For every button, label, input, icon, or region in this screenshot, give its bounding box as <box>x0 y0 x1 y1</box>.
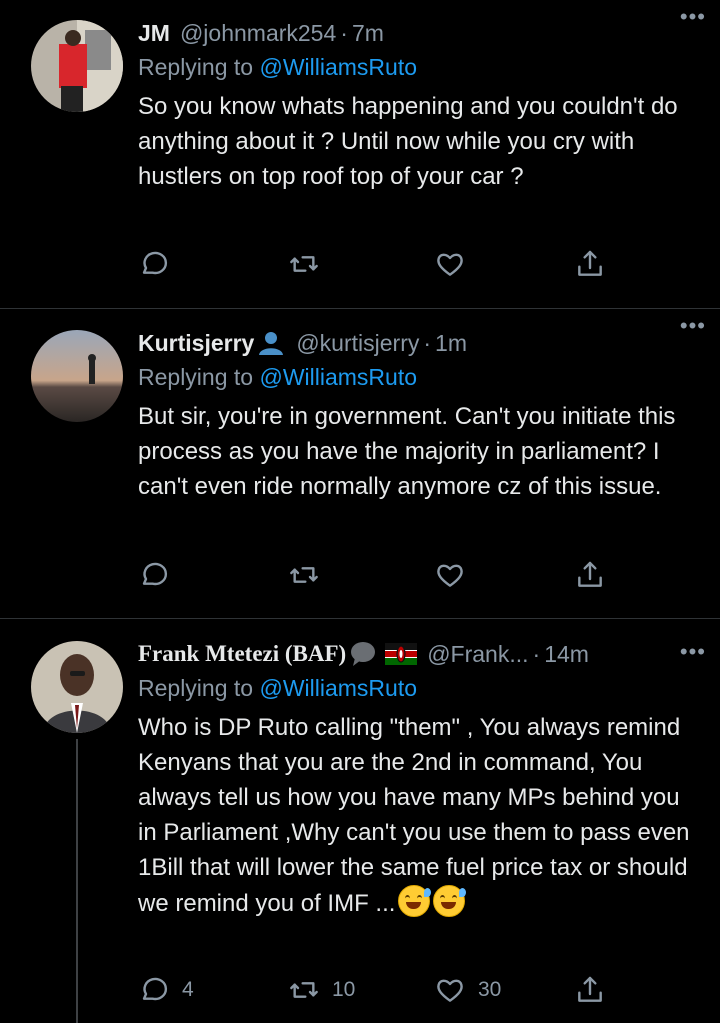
display-name[interactable]: Kurtisjerry <box>138 328 254 358</box>
replying-to: Replying to @WilliamsRuto <box>138 675 417 701</box>
tweet-2[interactable]: Kurtisjerry @kurtisjerry · 1m Replying t… <box>0 309 720 618</box>
thread-line <box>76 739 78 1023</box>
tweet-header: Kurtisjerry @kurtisjerry · 1m <box>138 328 467 358</box>
tweet-header: JM @johnmark254 · 7m <box>138 18 384 48</box>
reply-button[interactable] <box>138 559 288 591</box>
reply-count: 4 <box>182 978 194 1001</box>
replying-to: Replying to @WilliamsRuto <box>138 364 417 390</box>
tweet-text: But sir, you're in government. Can't you… <box>138 403 676 500</box>
tweet-1[interactable]: JM @johnmark254 · 7m Replying to @Willia… <box>0 0 720 308</box>
like-button[interactable]: 30 <box>434 974 574 1006</box>
retweet-button[interactable]: 10 <box>288 974 434 1006</box>
username[interactable]: @Frank... <box>427 639 528 669</box>
retweet-count: 10 <box>332 978 356 1001</box>
display-name[interactable]: JM <box>138 18 170 48</box>
more-dots-icon[interactable]: ••• <box>680 639 706 665</box>
share-icon <box>578 250 602 276</box>
reply-button[interactable] <box>138 248 288 280</box>
grinning-sweat-emoji-icon <box>433 885 467 917</box>
bust-in-silhouette-icon <box>259 332 284 355</box>
display-name[interactable]: Frank Mtetezi (BAF) <box>138 639 346 669</box>
share-icon <box>578 561 602 587</box>
heart-icon <box>437 979 463 1002</box>
share-button[interactable] <box>574 248 606 280</box>
timestamp[interactable]: 1m <box>435 328 467 358</box>
retweet-button[interactable] <box>288 559 434 591</box>
retweet-icon <box>290 567 318 583</box>
retweet-button[interactable] <box>288 248 434 280</box>
like-count: 30 <box>478 978 502 1001</box>
grinning-sweat-emoji-icon <box>398 885 432 917</box>
replying-to: Replying to @WilliamsRuto <box>138 54 417 80</box>
reply-button[interactable]: 4 <box>138 974 288 1006</box>
tweet-text: So you know whats happening and you coul… <box>138 93 678 190</box>
like-button[interactable] <box>434 248 574 280</box>
tweet-header: Frank Mtetezi (BAF) @Frank... · 14m <box>138 639 589 669</box>
heart-icon <box>437 564 463 587</box>
share-button[interactable] <box>574 559 606 591</box>
speech-bubble-icon <box>142 251 168 275</box>
like-button[interactable] <box>434 559 574 591</box>
mention-link[interactable]: @WilliamsRuto <box>259 364 417 390</box>
mention-link[interactable]: @WilliamsRuto <box>259 675 417 701</box>
timestamp[interactable]: 14m <box>544 639 589 669</box>
tweet-text: Who is DP Ruto calling "them" , You alwa… <box>138 714 690 917</box>
avatar[interactable] <box>31 330 123 422</box>
mention-link[interactable]: @WilliamsRuto <box>259 54 417 80</box>
speech-bubble-icon <box>142 977 168 1001</box>
more-dots-icon[interactable]: ••• <box>680 4 706 30</box>
retweet-icon <box>290 256 318 272</box>
share-button[interactable] <box>574 974 606 1006</box>
share-icon <box>578 976 602 1002</box>
avatar[interactable] <box>31 20 123 112</box>
timestamp[interactable]: 7m <box>352 18 384 48</box>
more-dots-icon[interactable]: ••• <box>680 313 706 339</box>
speech-bubble-emoji-icon <box>351 642 376 666</box>
username[interactable]: @johnmark254 <box>180 18 336 48</box>
kenya-flag-icon <box>385 643 418 665</box>
retweet-icon <box>290 982 318 998</box>
heart-icon <box>437 253 463 276</box>
tweet-3[interactable]: Frank Mtetezi (BAF) @Frank... · 14m Repl… <box>0 619 720 1023</box>
speech-bubble-icon <box>142 562 168 586</box>
username[interactable]: @kurtisjerry <box>296 328 419 358</box>
avatar[interactable] <box>31 641 123 733</box>
